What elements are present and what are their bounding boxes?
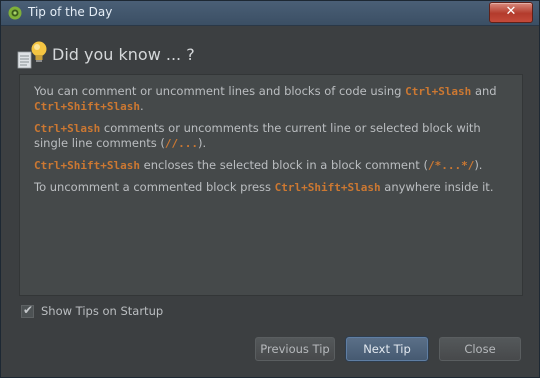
previous-tip-button[interactable]: Previous Tip (255, 337, 335, 361)
tip-text-span: . (139, 99, 144, 113)
shortcut-code: Ctrl+Shift+Slash (274, 181, 381, 194)
show-tips-label[interactable]: Show Tips on Startup (41, 304, 163, 318)
shortcut-code: Ctrl+Slash (405, 85, 472, 98)
close-button[interactable]: Close (439, 337, 521, 361)
shortcut-code: Ctrl+Shift+Slash (34, 159, 140, 172)
tip-paragraph: Ctrl+Shift+Slash encloses the selected b… (34, 158, 510, 173)
checkmark-icon: ✔ (23, 303, 34, 317)
tip-text: You can comment or uncomment lines and b… (34, 84, 510, 202)
window-close-button[interactable]: ✕ (489, 2, 533, 23)
tip-of-the-day-dialog: Tip of the Day ✕ Did you know ... ? You … (0, 0, 540, 378)
dialog-content: Did you know ... ? You can comment or un… (1, 26, 539, 377)
title-bar[interactable]: Tip of the Day ✕ (1, 1, 539, 26)
show-tips-checkbox[interactable]: ✔ (21, 303, 34, 318)
shortcut-code: Ctrl+Shift+Slash (34, 100, 140, 113)
tip-text-span: ). (198, 136, 207, 150)
tip-paragraph: You can comment or uncomment lines and b… (34, 84, 510, 114)
tip-text-span: comments or uncomments the current line … (34, 121, 481, 150)
tip-paragraph: Ctrl+Slash comments or uncomments the cu… (34, 121, 510, 151)
window-title: Tip of the Day (28, 5, 113, 19)
tip-text-span: ). (474, 158, 483, 172)
tip-text-span: and (471, 84, 497, 98)
tip-text-span: You can comment or uncomment lines and b… (34, 84, 406, 98)
tip-heading: Did you know ... ? (52, 45, 195, 64)
shortcut-code: Ctrl+Slash (34, 122, 101, 135)
comment-syntax-code: //... (164, 137, 199, 150)
lightbulb-icon (17, 41, 47, 69)
next-tip-button[interactable]: Next Tip (346, 337, 428, 361)
comment-syntax-code: /*...*/ (427, 159, 475, 172)
tip-text-span: encloses the selected block in a block c… (139, 158, 428, 172)
android-studio-icon (8, 6, 22, 20)
tip-panel: You can comment or uncomment lines and b… (19, 74, 523, 296)
tip-text-span: anywhere inside it. (380, 180, 494, 194)
tip-paragraph: To uncomment a commented block press Ctr… (34, 180, 510, 195)
tip-text-span: To uncomment a commented block press (34, 180, 275, 194)
